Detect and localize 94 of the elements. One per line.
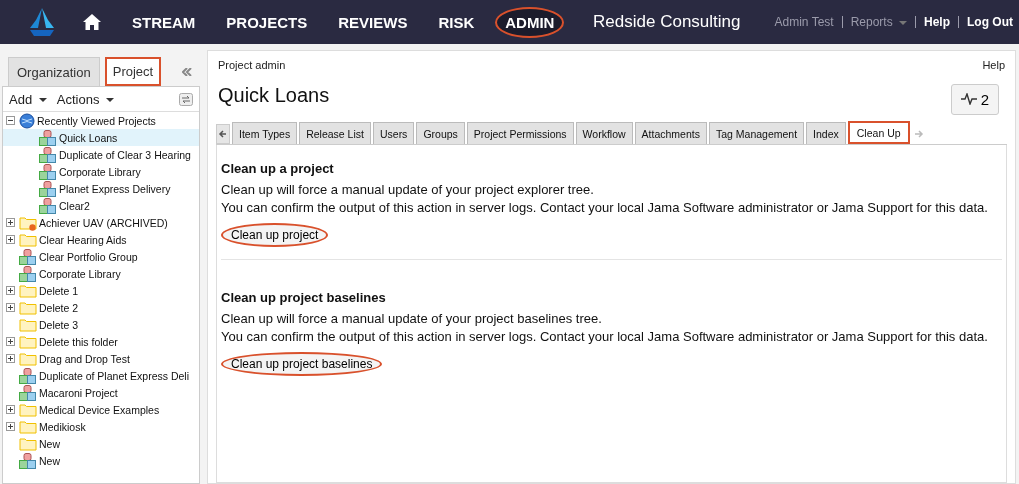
tree-item[interactable]: Macaroni Project [3,384,199,401]
people-icon [39,146,57,163]
nav-link[interactable]: STREAM [122,6,206,38]
tree-item[interactable]: Drag and Drop Test [3,350,199,367]
globe-icon [19,112,35,129]
folder-icon [19,299,37,316]
tree-item[interactable]: New [3,452,199,469]
admin-tab[interactable]: Release List [299,122,371,144]
nav-link[interactable]: ADMIN [495,6,565,38]
people-icon [39,180,57,197]
admin-tab[interactable]: Tag Management [708,122,805,144]
people-icon [19,248,37,265]
people-icon [39,197,57,214]
folder-icon [19,435,37,452]
tree-item[interactable]: Corporate Library [3,265,199,282]
user-link[interactable]: Admin Test [774,15,834,29]
tree-item[interactable]: Medical Device Examples [3,401,199,418]
expander-icon[interactable] [6,303,15,312]
folder-icon [19,282,37,299]
expander-icon[interactable] [6,405,15,414]
expander-icon[interactable] [6,422,15,431]
pulse-icon [960,93,977,105]
tree-item[interactable]: Planet Express Delivery [3,180,199,197]
caret-icon [899,20,907,25]
tree-item[interactable]: Recently Viewed Projects [3,112,199,129]
tree-item[interactable]: Delete 1 [3,282,199,299]
people-icon [39,129,57,146]
help-link[interactable]: Help [982,59,1005,71]
collapse-icon[interactable] [182,67,192,76]
folder-icon [19,316,37,333]
expander-icon[interactable] [6,218,15,227]
tree-item[interactable]: New [3,435,199,452]
logout-link[interactable]: Log Out [967,15,1013,29]
tree-item[interactable]: Quick Loans [3,129,199,146]
description-text: Clean up will force a manual update of your project baselines tree. [221,310,603,328]
folder-icon [19,333,37,350]
tree-item[interactable]: Delete 2 [3,299,199,316]
description-text: You can confirm the output of this action in server logs. Contact your local Jama Software administrator or Jama Support for this data. [221,199,989,217]
admin-tab[interactable]: Groups [416,122,465,144]
people-icon [39,163,57,180]
caret-icon [38,98,47,103]
tree-item[interactable]: Medikiosk [3,418,199,435]
admin-tab[interactable]: Clean Up [847,121,910,144]
people-icon [19,367,37,384]
folder-icon [19,350,37,367]
clean-up-button[interactable]: Clean up project baselines [221,352,383,376]
reports-menu[interactable]: Reports [850,15,907,29]
breadcrumb: Project admin [218,59,286,71]
description-text: Clean up will force a manual update of your project explorer tree. [221,181,595,199]
expander-icon[interactable] [6,286,15,295]
clean-up-button[interactable]: Clean up project [221,223,329,247]
tree-item[interactable]: Clear Hearing Aids [3,231,199,248]
tree-item[interactable]: Duplicate of Clear 3 Hearing [3,146,199,163]
expander-icon[interactable] [6,354,15,363]
description-text: You can confirm the output of this action in server logs. Contact your local Jama Software administrator or Jama Support for this data. [221,328,989,346]
activity-button[interactable]: 2 [950,83,999,115]
project-title: Quick Loans [218,83,330,107]
tree-item[interactable]: Delete 3 [3,316,199,333]
section-heading: Clean up project baselines [221,290,387,305]
admin-tab[interactable]: Workflow [575,122,633,144]
tree-item[interactable]: Duplicate of Planet Express Deli [3,367,199,384]
organization-name: Redside Consulting [593,12,741,32]
sidebar-tab[interactable]: Project [104,57,162,86]
expander-icon[interactable] [6,337,15,346]
scroll-left-icon[interactable] [216,124,230,144]
people-icon [19,384,37,401]
nav-link[interactable]: REVIEWS [328,6,418,38]
tree-item[interactable]: Clear2 [3,197,199,214]
tree-item[interactable]: Delete this folder [3,333,199,350]
folder-icon [19,418,37,435]
admin-tab[interactable]: Users [372,122,415,144]
sidebar-tab[interactable]: Organization [8,57,100,86]
tree-item[interactable]: Achiever UAV (ARCHIVED) [3,214,199,231]
admin-tab[interactable]: Index [806,122,846,144]
expander-icon[interactable] [6,235,15,244]
admin-tab[interactable]: Item Types [232,122,298,144]
archived-folder-icon [19,214,37,231]
admin-tab[interactable]: Attachments [634,122,707,144]
tree-item[interactable]: Corporate Library [3,163,199,180]
home-icon[interactable] [82,13,102,31]
caret-icon [106,98,114,103]
people-icon [19,452,37,469]
tree-item[interactable]: Clear Portfolio Group [3,248,199,265]
admin-tab[interactable]: Project Permissions [466,122,574,144]
section-heading: Clean up a project [221,161,335,176]
folder-icon [19,231,37,248]
nav-link[interactable]: RISK [428,6,485,38]
toolbar-menu[interactable]: Add [9,91,47,107]
expander-icon[interactable] [6,116,15,125]
toolbar-menu[interactable]: Actions [56,91,114,107]
folder-icon [19,401,37,418]
nav-link[interactable]: PROJECTS [216,6,318,38]
people-icon [19,265,37,282]
help-link[interactable]: Help [924,15,950,29]
